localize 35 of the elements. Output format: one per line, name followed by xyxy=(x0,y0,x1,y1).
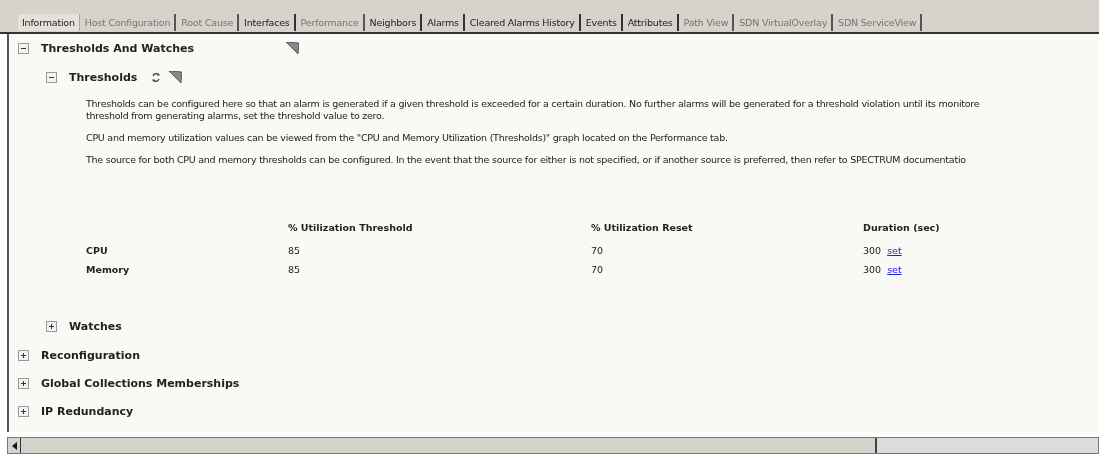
table-cell-text: 70 xyxy=(591,264,605,275)
expand-icon[interactable] xyxy=(18,349,29,361)
expand-icon[interactable] xyxy=(46,320,57,332)
section-title[interactable]: Reconfiguration xyxy=(41,348,286,362)
expand-icon[interactable] xyxy=(18,405,29,417)
column-header: Duration (sec) xyxy=(863,222,941,233)
scrollbar-thumb[interactable] xyxy=(21,438,877,453)
wedge-icon[interactable] xyxy=(169,71,183,83)
set-link[interactable]: set xyxy=(887,264,902,275)
row-label: CPU xyxy=(86,245,109,256)
section-title[interactable]: Thresholds xyxy=(69,70,138,84)
table-cell-text: 85 xyxy=(288,245,302,256)
set-link[interactable]: set xyxy=(887,245,902,256)
table-cell-text: 70 xyxy=(591,245,605,256)
collapse-icon[interactable] xyxy=(46,71,57,83)
wedge-icon[interactable] xyxy=(286,42,299,54)
row-label: Memory xyxy=(86,264,131,275)
column-header: % Utilization Reset xyxy=(591,222,694,233)
table-cell: 300 xyxy=(863,264,882,275)
section-title[interactable]: Thresholds And Watches xyxy=(41,41,286,55)
table-cell: 300 xyxy=(863,245,882,256)
table-cell-text: 85 xyxy=(288,264,302,275)
column-header: % Utilization Threshold xyxy=(288,222,414,233)
collapse-icon[interactable] xyxy=(18,42,29,54)
section-title[interactable]: Watches xyxy=(69,319,122,333)
description-text: Thresholds can be configured here so that an alarm is generated if a given threshold is exceeded for a certain duration. No further alarms will be generated for a threshold violation until its monitore threshold from generating alarms, set the threshold value to zero. xyxy=(86,98,981,122)
description-text: CPU and memory utilization values can be viewed from the "CPU and Memory Utilization (Thresholds)" graph located on the Performance tab. xyxy=(86,132,729,144)
description-text: The source for both CPU and memory thresholds can be configured. In the event that the source for either is not specified, or if another source is preferred, then refer to SPECTRUM documentatio xyxy=(86,154,967,166)
expand-icon[interactable] xyxy=(18,377,29,389)
section-title[interactable]: Global Collections Memberships xyxy=(41,376,286,390)
tab[interactable]: Information xyxy=(18,14,80,31)
left-arrow-icon[interactable] xyxy=(11,441,17,450)
refresh-icon[interactable] xyxy=(151,71,162,83)
section-title[interactable]: IP Redundancy xyxy=(41,404,286,418)
horizontal-scrollbar[interactable] xyxy=(7,437,1099,454)
